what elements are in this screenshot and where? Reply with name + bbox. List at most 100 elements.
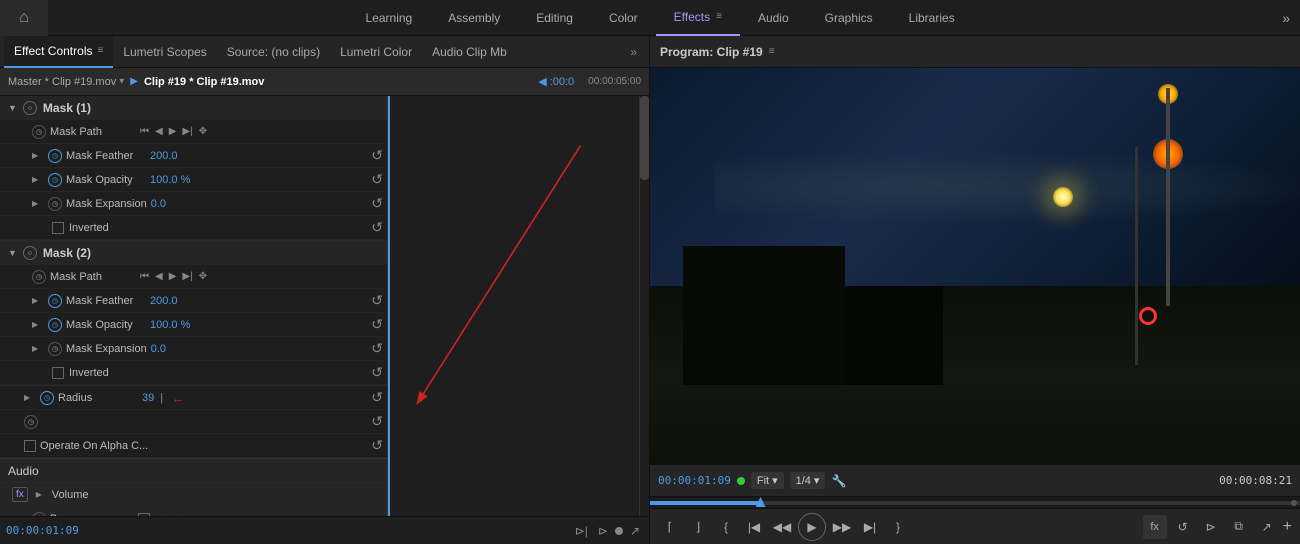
radius-clock[interactable]: ◷ xyxy=(40,391,54,405)
mask-2-inverted-reset[interactable]: ↺ xyxy=(371,364,383,381)
mask-2-expansion-value[interactable]: 0.0 xyxy=(151,343,166,355)
path2-btn-prev[interactable]: ◀ xyxy=(153,271,165,282)
nav-color[interactable]: Color xyxy=(591,0,656,36)
export-button[interactable]: ↗ xyxy=(1255,515,1279,539)
tab-source[interactable]: Source: (no clips) xyxy=(217,36,330,68)
mask-1-expansion-clock[interactable]: ◷ xyxy=(48,197,62,211)
mark-in-button[interactable]: ⌈ xyxy=(658,515,682,539)
path-btn-play[interactable]: ▶ xyxy=(167,126,179,137)
mask-1-expansion-value[interactable]: 0.0 xyxy=(151,198,166,210)
radius-value[interactable]: 39 xyxy=(142,392,154,404)
mask-2-opacity-clock[interactable]: ◷ xyxy=(48,318,62,332)
radius-row[interactable]: ▶ ◷ Radius 39 | ← ↺ xyxy=(0,386,387,410)
mask-1-opacity-reset[interactable]: ↺ xyxy=(371,171,383,188)
mask-2-header[interactable]: ▼ ○ Mask (2) xyxy=(0,241,387,265)
fit-dropdown[interactable]: Fit ▾ xyxy=(751,472,784,489)
mask-2-toggle[interactable]: ▼ xyxy=(8,248,17,258)
path-btn-next[interactable]: ▶| xyxy=(180,126,194,137)
effect-controls-menu[interactable]: ≡ xyxy=(97,45,103,56)
bottom-btn-1[interactable]: ⊳| xyxy=(572,524,591,538)
clip-arrow[interactable]: ▶ xyxy=(130,76,138,87)
step-back-button[interactable]: ◀◀ xyxy=(770,515,794,539)
add-button[interactable]: + xyxy=(1283,518,1292,536)
next-edit-button[interactable]: ▶| xyxy=(858,515,882,539)
mask-1-opacity-expand[interactable]: ▶ xyxy=(32,175,44,184)
mask-1-expansion-reset[interactable]: ↺ xyxy=(371,195,383,212)
mask-2-opacity-reset[interactable]: ↺ xyxy=(371,316,383,333)
bypass-checkbox[interactable] xyxy=(138,513,150,516)
path-btn-first[interactable]: ⏮ xyxy=(138,126,151,137)
operate-clock[interactable]: ◷ xyxy=(24,415,38,429)
bottom-export[interactable]: ↗ xyxy=(627,524,643,538)
nav-more-button[interactable]: » xyxy=(1272,10,1300,26)
operate-checkbox[interactable] xyxy=(24,440,36,452)
mask-1-opacity-clock[interactable]: ◷ xyxy=(48,173,62,187)
tab-lumetri-scopes[interactable]: Lumetri Scopes xyxy=(113,36,216,68)
nav-assembly[interactable]: Assembly xyxy=(430,0,518,36)
nav-effects[interactable]: Effects ≡ xyxy=(656,0,740,36)
path-btn-select[interactable]: ✥ xyxy=(197,126,209,137)
duplicate-button[interactable]: ⧉ xyxy=(1227,515,1251,539)
operate-reset[interactable]: ↺ xyxy=(371,437,383,454)
monitor-timeline[interactable] xyxy=(650,496,1300,508)
tab-effect-controls[interactable]: Effect Controls ≡ xyxy=(4,36,113,68)
mask-2-inverted-checkbox[interactable] xyxy=(52,367,64,379)
wrench-icon[interactable]: 🔧 xyxy=(831,474,846,488)
bypass-btn-prev[interactable]: ◀ xyxy=(158,514,170,517)
mask-2-feather-clock[interactable]: ◷ xyxy=(48,294,62,308)
clip-dropdown[interactable]: Master * Clip #19.mov ▾ xyxy=(8,76,124,88)
radius-reset[interactable]: ↺ xyxy=(371,389,383,406)
lift-button[interactable]: } xyxy=(886,515,910,539)
loop-button[interactable]: ↺ xyxy=(1171,515,1195,539)
monitor-timecode-left[interactable]: 00:00:01:09 xyxy=(658,474,731,487)
mask-2-expansion-reset[interactable]: ↺ xyxy=(371,340,383,357)
tab-lumetri-color[interactable]: Lumetri Color xyxy=(330,36,422,68)
panel-tabs-more[interactable]: » xyxy=(622,45,645,59)
mask-1-path-clock[interactable]: ◷ xyxy=(32,125,46,139)
nav-audio[interactable]: Audio xyxy=(740,0,807,36)
radius-expand[interactable]: ▶ xyxy=(24,393,36,402)
step-forward-button[interactable]: ▶▶ xyxy=(830,515,854,539)
program-menu-icon[interactable]: ≡ xyxy=(769,46,775,57)
mask-1-feather-clock[interactable]: ◷ xyxy=(48,149,62,163)
mask-1-toggle[interactable]: ▼ xyxy=(8,103,17,113)
effects-menu-icon[interactable]: ≡ xyxy=(716,11,722,22)
mask-2-opacity-value[interactable]: 100.0 % xyxy=(150,319,190,331)
play-button[interactable]: ▶ xyxy=(798,513,826,541)
bottom-btn-2[interactable]: ⊳ xyxy=(595,524,611,538)
mask-1-inverted-reset[interactable]: ↺ xyxy=(371,219,383,236)
nav-learning[interactable]: Learning xyxy=(348,0,431,36)
path2-btn-first[interactable]: ⏮ xyxy=(138,271,151,282)
mask-2-opacity-expand[interactable]: ▶ xyxy=(32,320,44,329)
mark-out-button[interactable]: ⌋ xyxy=(686,515,710,539)
mask-2-feather-value[interactable]: 200.0 xyxy=(150,295,178,307)
mask-1-feather-expand[interactable]: ▶ xyxy=(32,151,44,160)
bypass-clock[interactable]: ◷ xyxy=(32,512,46,516)
mask-1-opacity-value[interactable]: 100.0 % xyxy=(150,174,190,186)
mask-2-expansion-expand[interactable]: ▶ xyxy=(32,344,44,353)
mask-1-feather-reset[interactable]: ↺ xyxy=(371,147,383,164)
volume-expand[interactable]: ▶ xyxy=(36,490,48,499)
path-btn-prev[interactable]: ◀ xyxy=(153,126,165,137)
mask-1-feather-value[interactable]: 200.0 xyxy=(150,150,178,162)
nav-libraries[interactable]: Libraries xyxy=(891,0,973,36)
bypass-btn-next[interactable]: ▶ xyxy=(180,514,192,517)
home-button[interactable]: ⌂ xyxy=(0,0,48,36)
mask-2-expansion-clock[interactable]: ◷ xyxy=(48,342,62,356)
path2-btn-next[interactable]: ▶| xyxy=(180,271,194,282)
mask-2-feather-expand[interactable]: ▶ xyxy=(32,296,44,305)
path2-btn-select[interactable]: ✥ xyxy=(197,271,209,282)
prev-edit-button[interactable]: |◀ xyxy=(742,515,766,539)
quality-dropdown[interactable]: 1/4 ▾ xyxy=(790,472,826,489)
go-next-button[interactable]: ⊳ xyxy=(1199,515,1223,539)
fx-button[interactable]: fx xyxy=(1143,515,1167,539)
nav-graphics[interactable]: Graphics xyxy=(807,0,891,36)
tab-audio-clip[interactable]: Audio Clip Mb xyxy=(422,36,517,68)
nav-editing[interactable]: Editing xyxy=(518,0,591,36)
mask-1-inverted-checkbox[interactable] xyxy=(52,222,64,234)
path2-btn-play[interactable]: ▶ xyxy=(167,271,179,282)
extract-button[interactable]: { xyxy=(714,515,738,539)
mask-1-expansion-expand[interactable]: ▶ xyxy=(32,199,44,208)
operate-clock-reset[interactable]: ↺ xyxy=(371,413,383,430)
controls-scrollbar[interactable] xyxy=(639,96,649,516)
